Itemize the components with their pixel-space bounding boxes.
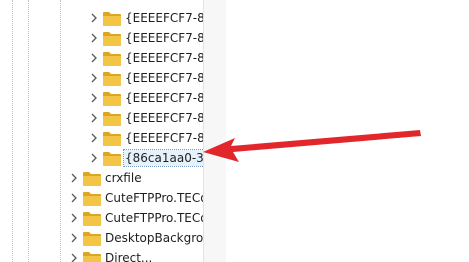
tree-node-key[interactable]: CuteFTPPro.TECo [68,188,203,208]
tree-node-label: Direct... [105,251,153,262]
tree-node-subkey-target[interactable]: {86ca1aa0-34a [88,148,203,168]
folder-icon [103,111,121,126]
tree-node-subkey[interactable]: {EEEEFCF7-867 [88,68,203,88]
tree-node-label: {EEEEFCF7-867 [125,71,203,85]
chevron-right-icon[interactable] [68,248,80,262]
chevron-right-icon[interactable] [88,8,100,28]
tree-node-subkey[interactable]: {EEEEFCF7-867 [88,28,203,48]
chevron-right-icon[interactable] [68,168,80,188]
tree-node-label: {EEEEFCF7-867 [125,31,203,45]
tree-node-key[interactable]: DesktopBackgro [68,228,203,248]
tree-node-label: {86ca1aa0-34a [123,149,203,167]
tree-guide-line [12,0,13,262]
tree-node-label: {EEEEFCF7-867 [125,91,203,105]
chevron-right-icon[interactable] [68,208,80,228]
folder-icon [103,11,121,26]
tree-node-key[interactable]: Direct... [68,248,153,262]
tree-node-label: {EEEEFCF7-867 [125,11,203,25]
tree-node-subkey[interactable]: {EEEEFCF7-867 [88,48,203,68]
chevron-right-icon[interactable] [88,108,100,128]
folder-icon [103,91,121,106]
folder-icon [83,171,101,186]
tree-node-key[interactable]: CuteFTPPro.TECo [68,208,203,228]
folder-icon [83,211,101,226]
tree-guide-line [60,0,61,262]
folder-icon [83,231,101,246]
tree-node-label: CuteFTPPro.TECo [105,211,203,225]
folder-icon [103,71,121,86]
folder-icon [83,191,101,206]
folder-icon [103,151,121,166]
tree-node-subkey[interactable]: {EEEEFCF7-867 [88,88,203,108]
chevron-right-icon[interactable] [88,68,100,88]
chevron-right-icon[interactable] [88,48,100,68]
tree-node-label: CuteFTPPro.TECo [105,191,203,205]
chevron-right-icon[interactable] [88,28,100,48]
folder-icon [103,51,121,66]
tree-node-subkey[interactable]: {EEEEFCF7-867 [88,128,203,148]
tree-guide-line [28,0,29,262]
chevron-right-icon[interactable] [88,148,100,168]
tree-node-label: {EEEEFCF7-867 [125,111,203,125]
red-arrow-pointer [203,130,421,162]
tree-node-subkey[interactable]: {EEEEFCF7-867 [88,8,203,28]
folder-icon [103,131,121,146]
tree-node-subkey[interactable]: {EEEEFCF7-867 [88,108,203,128]
chevron-right-icon[interactable] [68,228,80,248]
tree-node-key[interactable]: crxfile [68,168,143,188]
chevron-right-icon[interactable] [88,128,100,148]
chevron-right-icon[interactable] [68,188,80,208]
folder-icon [83,251,101,262]
tree-node-label: {EEEEFCF7-867 [125,131,203,145]
folder-icon [103,31,121,46]
tree-node-label: crxfile [105,171,142,185]
tree-node-label: {EEEEFCF7-867 [125,51,203,65]
tree-node-label: DesktopBackgro [105,231,203,245]
registry-tree-pane: {EEEEFCF7-867 {EEEEFCF7-867 {EEEEFCF7-86… [0,0,203,262]
chevron-right-icon[interactable] [88,88,100,108]
